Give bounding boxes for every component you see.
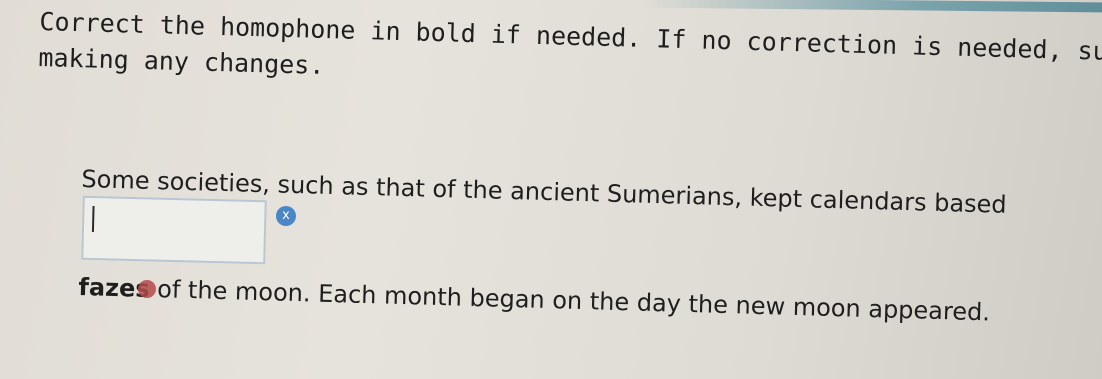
passage-line-2: fazes of the moon. Each month began on t…	[78, 270, 1004, 330]
close-icon[interactable]: x	[276, 206, 296, 226]
passage-line-2-rest: of the moon. Each month began on the day…	[149, 274, 991, 327]
window-top-edge	[639, 0, 1102, 13]
answer-input[interactable]	[81, 195, 267, 265]
record-icon	[138, 280, 156, 298]
instructions: Correct the homophone in bold if needed.…	[38, 4, 1102, 106]
text-caret	[91, 206, 95, 233]
